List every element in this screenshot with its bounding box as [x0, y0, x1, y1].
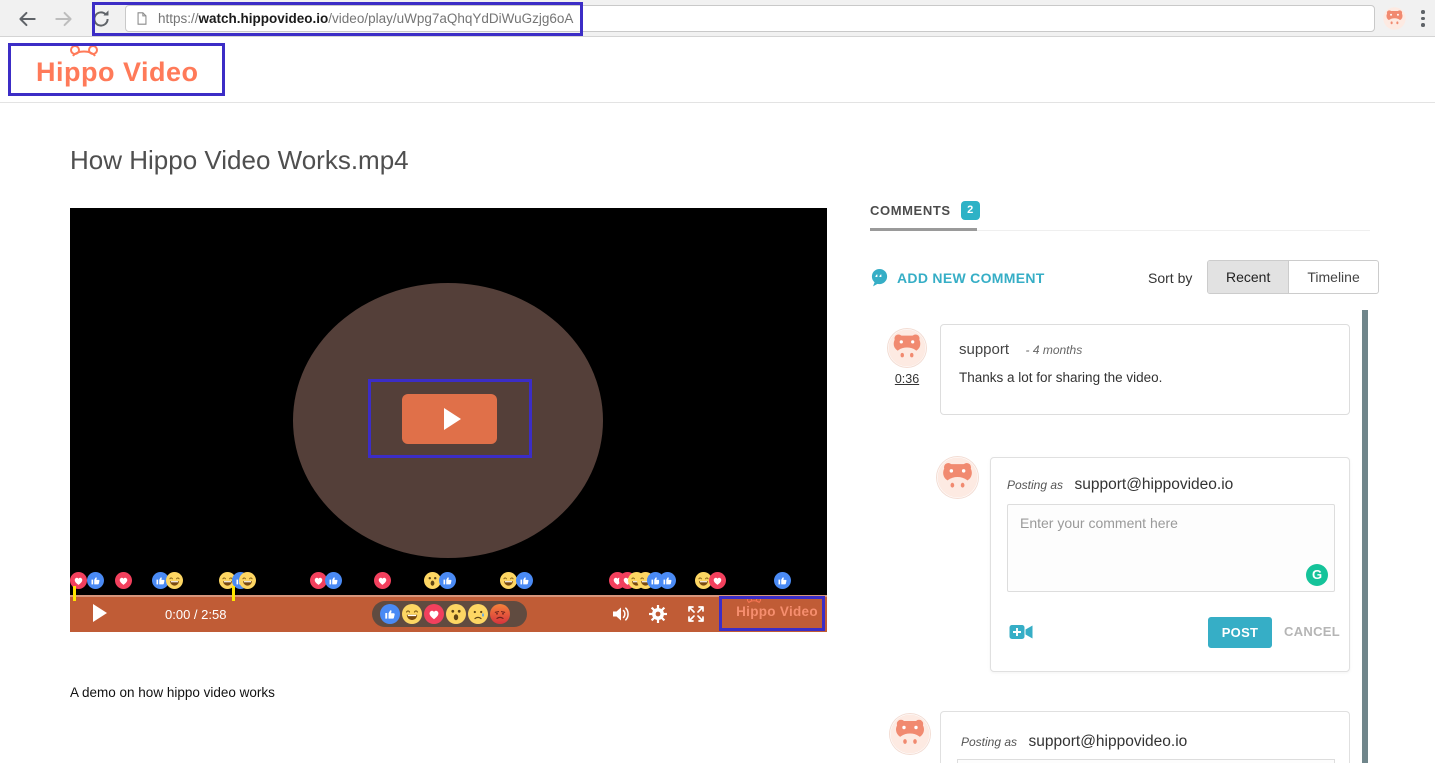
laugh-emoji-icon[interactable] — [166, 572, 183, 589]
volume-icon — [610, 603, 632, 625]
comment-author: support — [959, 341, 1009, 358]
comments-tab-label: COMMENTS — [870, 203, 951, 218]
hippo-ears-icon — [69, 42, 99, 62]
browser-toolbar: https://watch.hippovideo.io/video/play/u… — [0, 0, 1435, 37]
posting-as-row: Posting as support@hippovideo.io — [941, 712, 1349, 751]
posting-as-row: Posting as support@hippovideo.io — [991, 458, 1349, 504]
sort-option-timeline[interactable]: Timeline — [1288, 261, 1377, 293]
video-player: 0:00 / 2:58 Hippo Video — [70, 208, 827, 632]
sort-option-recent[interactable]: Recent — [1208, 261, 1288, 293]
logo-text: Hippo Video — [36, 57, 199, 88]
commenter-avatar — [937, 457, 978, 498]
sort-by-label: Sort by — [1148, 270, 1192, 286]
posting-as-label: Posting as — [961, 735, 1017, 749]
comment-text: Thanks a lot for sharing the video. — [941, 359, 1349, 385]
browser-profile-avatar[interactable] — [1383, 7, 1406, 30]
time-display: 0:00 / 2:58 — [165, 607, 226, 622]
comment-input[interactable] — [957, 759, 1335, 763]
add-new-comment-label: ADD NEW COMMENT — [897, 270, 1045, 286]
url-path: /video/play/uWpg7aQhqYdDiWuGzjg6oA — [328, 11, 573, 26]
cancel-button[interactable]: CANCEL — [1284, 624, 1340, 639]
big-play-button[interactable] — [402, 394, 497, 444]
hippo-avatar-icon — [937, 457, 978, 498]
forward-button[interactable] — [53, 8, 75, 30]
video-screen[interactable] — [70, 208, 827, 595]
like-emoji-icon[interactable] — [439, 572, 456, 589]
heart-emoji-icon[interactable] — [709, 572, 726, 589]
like-emoji-icon[interactable] — [87, 572, 104, 589]
settings-button[interactable] — [648, 604, 668, 624]
url-domain: watch.hippovideo.io — [199, 11, 329, 26]
cry-emoji-icon[interactable] — [468, 604, 488, 624]
comment-form-secondary: Posting as support@hippovideo.io — [940, 711, 1350, 763]
reaction-picker-bar — [372, 601, 527, 627]
posting-as-email: support@hippovideo.io — [1075, 476, 1234, 493]
back-button[interactable] — [16, 8, 38, 30]
like-emoji-icon[interactable] — [659, 572, 676, 589]
posting-as-label: Posting as — [1007, 478, 1063, 492]
surprised-emoji-icon[interactable] — [446, 604, 466, 624]
grammarly-icon[interactable]: G — [1306, 564, 1328, 586]
add-new-comment-button[interactable]: ADD NEW COMMENT — [870, 268, 1045, 287]
url-text: https://watch.hippovideo.io/video/play/u… — [158, 11, 573, 26]
hippo-avatar-icon — [890, 714, 930, 754]
video-controls-bar: 0:00 / 2:58 Hippo Video — [70, 595, 827, 632]
heart-emoji-icon[interactable] — [374, 572, 391, 589]
address-bar[interactable]: https://watch.hippovideo.io/video/play/u… — [125, 5, 1375, 32]
like-emoji-icon[interactable] — [774, 572, 791, 589]
comments-scrollbar[interactable] — [1362, 310, 1368, 763]
refresh-icon — [90, 8, 112, 30]
sort-toggle: Recent Timeline — [1207, 260, 1379, 294]
page-doc-icon — [135, 11, 149, 26]
laugh-emoji-icon[interactable] — [500, 572, 517, 589]
timeline-marker — [73, 586, 76, 601]
timeline-marker — [232, 586, 235, 601]
hippo-ears-icon — [746, 596, 762, 606]
browser-window: https://watch.hippovideo.io/video/play/u… — [0, 0, 1435, 763]
url-prefix: https:// — [158, 11, 199, 26]
like-emoji-icon[interactable] — [380, 604, 400, 624]
refresh-button[interactable] — [90, 8, 112, 30]
comment-header: support - 4 months — [941, 325, 1349, 359]
posting-as-email: support@hippovideo.io — [1029, 733, 1188, 750]
commenter-avatar — [890, 714, 930, 754]
comment-form: Posting as support@hippovideo.io G POST … — [990, 457, 1350, 672]
forward-arrow-icon — [53, 8, 75, 30]
comment-card: support - 4 months Thanks a lot for shar… — [940, 324, 1350, 415]
comment-age: - 4 months — [1026, 343, 1083, 357]
add-video-comment-icon[interactable] — [1009, 623, 1033, 641]
gear-icon — [648, 604, 668, 624]
like-emoji-icon[interactable] — [516, 572, 533, 589]
video-title: How Hippo Video Works.mp4 — [70, 145, 409, 176]
tab-comments[interactable]: COMMENTS 2 — [870, 201, 980, 220]
play-triangle-icon — [444, 408, 461, 430]
comment-bubble-icon — [870, 268, 889, 287]
hippo-avatar-icon — [888, 329, 926, 367]
like-emoji-icon[interactable] — [325, 572, 342, 589]
fullscreen-icon — [685, 603, 707, 625]
play-button[interactable] — [93, 604, 107, 622]
angry-emoji-icon[interactable] — [490, 604, 510, 624]
post-button[interactable]: POST — [1208, 617, 1272, 648]
fullscreen-button[interactable] — [685, 603, 707, 625]
comment-author-avatar — [888, 329, 926, 367]
browser-menu-button[interactable] — [1421, 10, 1425, 30]
comment-timestamp-link[interactable]: 0:36 — [888, 372, 926, 386]
hippo-video-logo[interactable]: Hippo Video — [36, 51, 199, 93]
laugh-emoji-icon[interactable] — [239, 572, 256, 589]
heart-emoji-icon[interactable] — [115, 572, 132, 589]
site-header: Hippo Video — [0, 37, 1435, 103]
volume-button[interactable] — [610, 603, 632, 625]
back-arrow-icon — [16, 8, 38, 30]
comments-count-badge: 2 — [961, 201, 980, 220]
comment-input[interactable] — [1007, 504, 1335, 592]
timeline-reactions — [70, 572, 827, 590]
heart-emoji-icon[interactable] — [424, 604, 444, 624]
active-tab-underline — [870, 228, 977, 231]
video-description: A demo on how hippo video works — [70, 685, 275, 700]
hippo-avatar-icon — [1383, 7, 1406, 30]
player-watermark: Hippo Video — [732, 604, 822, 619]
laugh-emoji-icon[interactable] — [402, 604, 422, 624]
